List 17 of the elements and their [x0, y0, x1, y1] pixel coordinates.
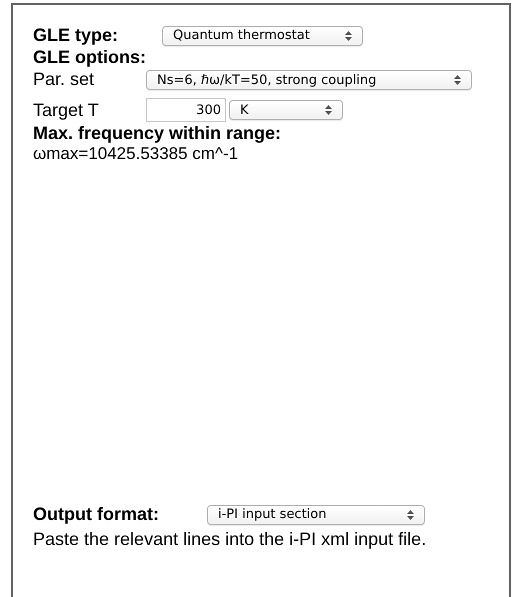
target-t-label: Target T: [33, 100, 100, 120]
unit-select[interactable]: K: [229, 100, 343, 120]
par-set-label: Par. set: [33, 68, 96, 90]
updown-arrows-icon: [454, 75, 461, 85]
max-frequency-heading: Max. frequency within range:: [33, 123, 282, 144]
updown-arrows-icon: [345, 30, 352, 40]
gle-options-heading: GLE options:: [33, 47, 147, 68]
output-note: Paste the relevant lines into the i-PI xml input file.: [33, 529, 428, 550]
temperature-input[interactable]: 300: [146, 98, 226, 122]
output-format-label: Output format:: [33, 504, 159, 525]
output-format-select[interactable]: i-PI input section: [206, 504, 425, 524]
gle-type-select[interactable]: Quantum thermostat: [162, 26, 363, 46]
par-set-select[interactable]: Ns=6, ℏω/kT=50, strong coupling: [146, 70, 472, 90]
gle-type-label: GLE type:: [33, 25, 120, 46]
updown-arrows-icon: [325, 105, 332, 115]
updown-arrows-icon: [406, 510, 414, 520]
max-frequency-value: ωmax=10425.53385 cm^-1: [33, 144, 240, 164]
